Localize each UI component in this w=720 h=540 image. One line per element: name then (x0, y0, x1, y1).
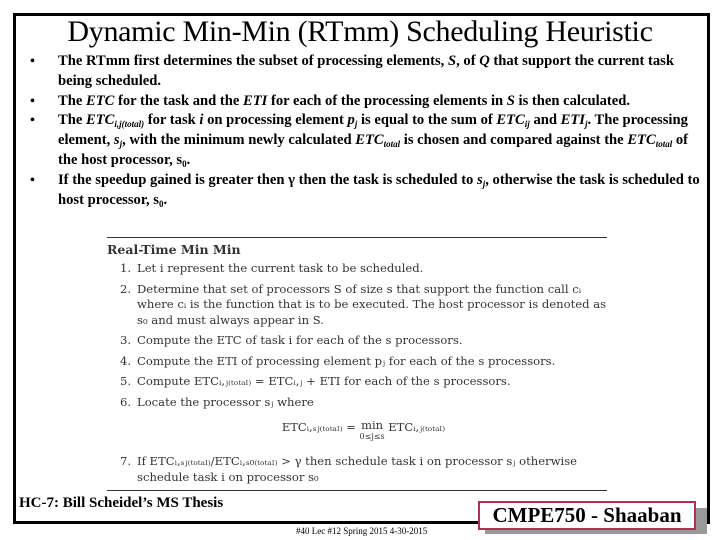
algorithm-step: 1. Let i represent the current task to be… (120, 261, 607, 277)
min-equation: ETCᵢ,ₛⱼ₍ₜₒₜₐₗ₎ = min 0≤j≤s ETCᵢ,ⱼ₍ₜₒₜₐₗ₎ (120, 418, 607, 442)
footer-meta: #40 Lec #12 Spring 2015 4-30-2015 (296, 526, 428, 536)
min-label: min (361, 418, 384, 432)
step-text: Determine that set of processors S of si… (137, 281, 607, 327)
algorithm-step: 2. Determine that set of processors S of … (120, 282, 607, 329)
step-number: 2. (120, 281, 132, 296)
bullet-text: ETC (85, 92, 115, 109)
step-text: Compute the ETC of task i for each of th… (137, 333, 463, 347)
bullet-text: ETI (560, 112, 585, 129)
algorithm-step: 6. Locate the processor sⱼ where (120, 395, 607, 411)
gamma-symbol: γ (288, 171, 295, 188)
algorithm-heading: Real-Time Min Min (107, 242, 241, 257)
step-number: 7. (120, 454, 132, 468)
step-number: 6. (120, 394, 132, 409)
bullet-text: Q (479, 53, 490, 69)
bullet-icon: • (30, 93, 35, 109)
bullet-text: on processing element (203, 112, 348, 129)
bullet-icon: • (30, 54, 35, 69)
slide-title: Dynamic Min-Min (RTmm) Scheduling Heuris… (67, 15, 653, 48)
bullet-item: • The ETC for the task and the ETI for e… (30, 92, 700, 112)
bullet-item: • If the speedup gained is greater then … (30, 171, 700, 211)
equation-rhs: ETCᵢ,ⱼ₍ₜₒₜₐₗ₎ (384, 420, 446, 434)
subscript: total (655, 139, 673, 150)
bullet-text: is then calculated. (514, 92, 631, 109)
bullet-text: S (506, 92, 515, 109)
bullet-text: The (58, 92, 86, 109)
step-number: 5. (120, 374, 132, 388)
bullet-item: • The RTmm first determines the subset o… (30, 52, 700, 92)
bullet-text: p (347, 112, 355, 129)
equation-lhs: ETCᵢ,ₛⱼ₍ₜₒₜₐₗ₎ = (281, 420, 360, 434)
step-text: If ETCᵢ,ₛⱼ₍ₜₒₜₐₗ₎/ETCᵢ,ₛ₀₍ₜₒₜₐₗ₎ > γ the… (137, 454, 578, 484)
bullet-icon: • (30, 172, 35, 188)
step-text: Let i represent the current task to be s… (137, 261, 424, 275)
course-badge: CMPE750 - Shaaban (478, 501, 696, 530)
bullet-text: The RTmm first determines the subset of … (58, 53, 448, 69)
algorithm-step: 5. Compute ETCᵢ,ⱼ₍ₜₒₜₐₗ₎ = ETCᵢ,ⱼ + ETI f… (120, 374, 607, 390)
step-text: Locate the processor sⱼ where (137, 394, 314, 409)
min-operator: min 0≤j≤s (359, 418, 385, 442)
bullet-text: ETC (355, 132, 384, 149)
bullet-text: S (447, 53, 457, 69)
bullet-text: for the task and the (114, 92, 244, 109)
step-text: Compute ETCᵢ,ⱼ₍ₜₒₜₐₗ₎ = ETCᵢ,ⱼ + ETI for… (137, 374, 511, 388)
bullet-text: ETC (85, 112, 115, 129)
subscript: total (383, 139, 401, 150)
bullet-text: is equal to the sum of (357, 112, 497, 129)
step-number: 3. (120, 333, 132, 347)
bullet-text: . (163, 191, 168, 208)
bullet-item: • The ETCi,j(total) for task i on proces… (30, 111, 700, 170)
step-number: 1. (120, 261, 132, 275)
bullet-text: and (529, 112, 561, 129)
subscript: i,j(total) (114, 119, 145, 130)
bullet-list: • The RTmm first determines the subset o… (30, 52, 700, 210)
bullet-text: , of (456, 53, 480, 69)
bullet-text: The (58, 112, 86, 129)
bottom-rule (107, 490, 607, 491)
bullet-text: If the speedup gained is greater then (58, 171, 289, 188)
algorithm-step: 3. Compute the ETC of task i for each of … (120, 333, 607, 349)
bullet-text: is chosen and compared against the (400, 132, 628, 149)
bullet-text: ETC (496, 112, 525, 129)
bullet-icon: • (30, 113, 35, 129)
algorithm-step: 7. If ETCᵢ,ₛⱼ₍ₜₒₜₐₗ₎/ETCᵢ,ₛ₀₍ₜₒₜₐₗ₎ > γ t… (120, 454, 607, 485)
frame-bottom-edge (13, 521, 483, 524)
source-caption: HC-7: Bill Scheidel’s MS Thesis (19, 495, 224, 511)
bullet-text: ETI (243, 92, 268, 109)
bullet-text: for task (144, 112, 200, 129)
top-rule (107, 237, 607, 238)
bullet-text: . (186, 151, 191, 168)
bullet-text: then the task is scheduled to (294, 171, 478, 188)
min-range: 0≤j≤s (359, 432, 385, 441)
algorithm-step: 4. Compute the ETI of processing element … (120, 354, 607, 370)
bullet-text: ETC (627, 132, 656, 149)
algorithm-figure: Real-Time Min Min 1. Let i represent the … (107, 237, 607, 490)
bullet-text: for each of the processing elements in (267, 92, 507, 109)
bullet-text: , with the minimum newly calculated (122, 132, 356, 149)
step-number: 4. (120, 353, 132, 368)
step-text: Compute the ETI of processing element pⱼ… (137, 353, 556, 368)
algorithm-steps: 1. Let i represent the current task to be… (120, 261, 607, 485)
